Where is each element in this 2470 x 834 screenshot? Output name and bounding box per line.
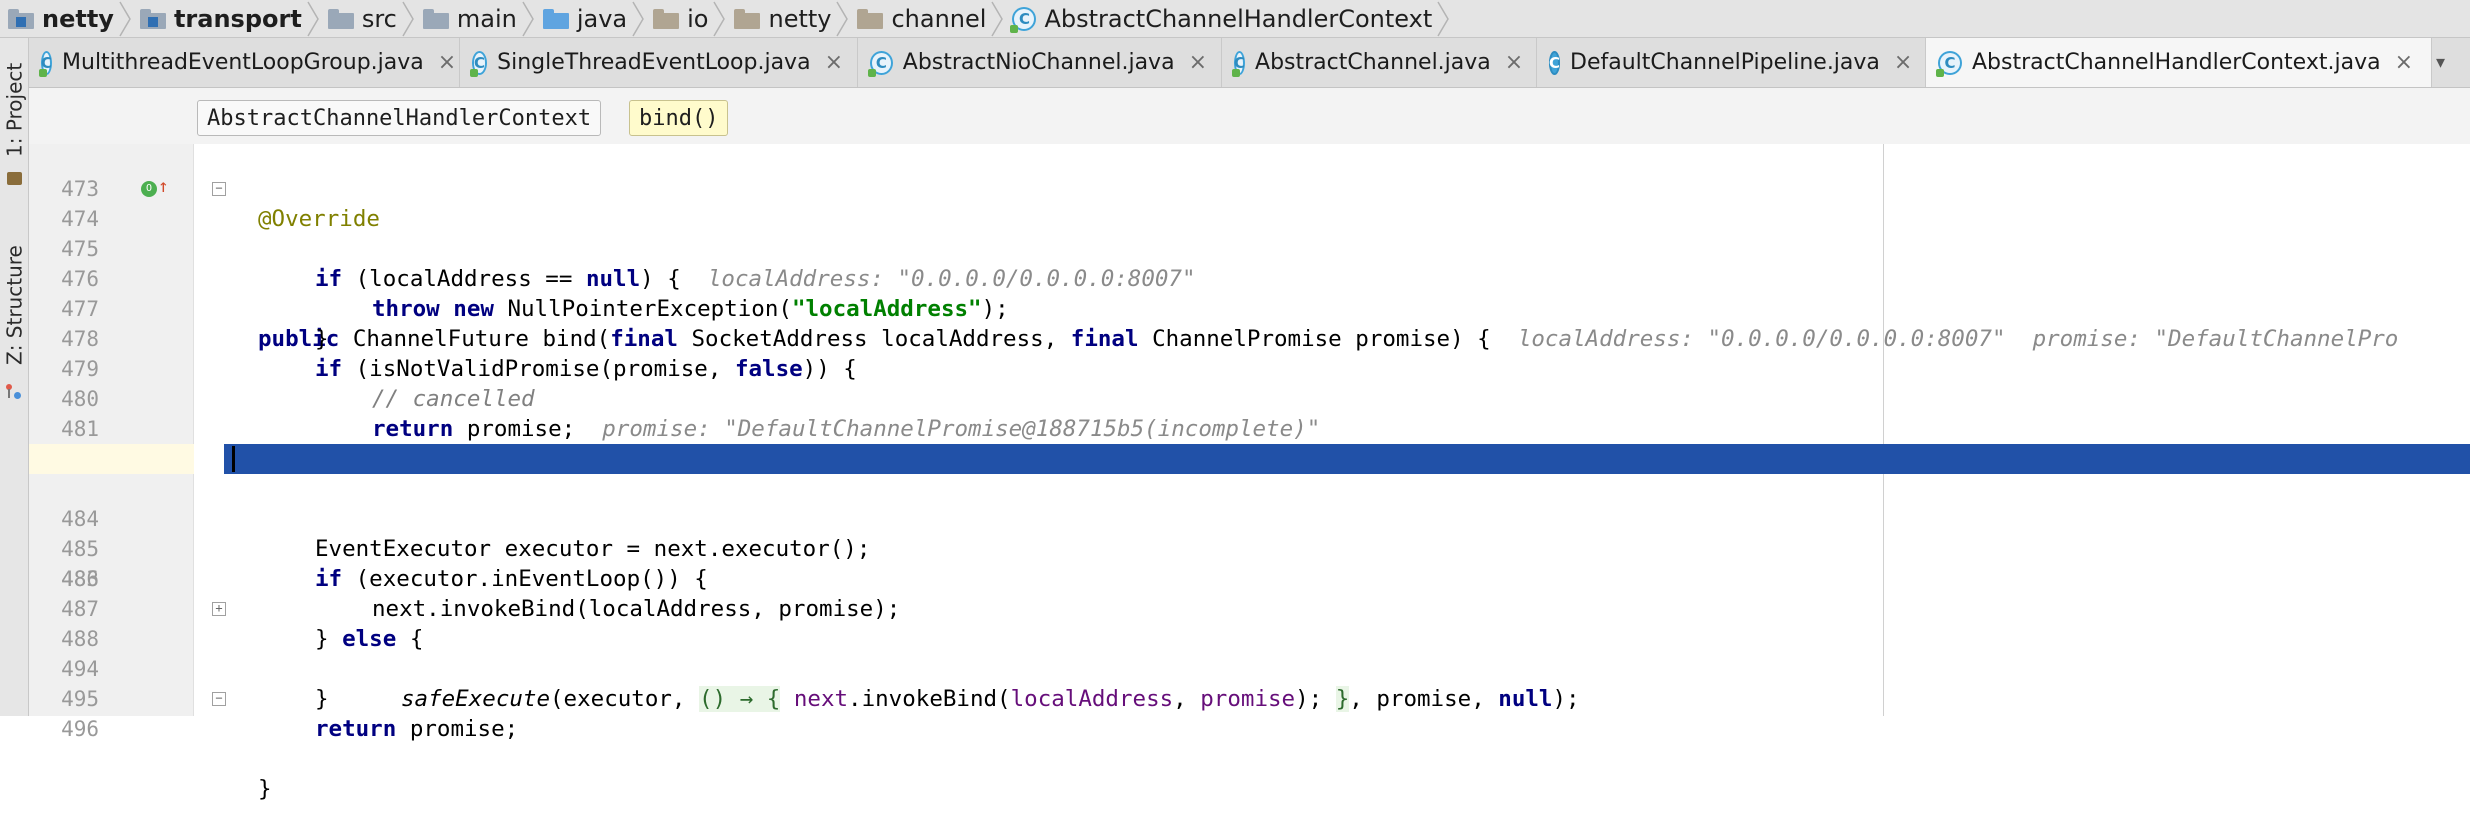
breadcrumb-item-src[interactable]: src	[320, 0, 401, 38]
fold-collapse-icon[interactable]: −	[212, 182, 226, 196]
abstract-class-icon: C	[469, 50, 488, 77]
breadcrumb-item-java[interactable]: java	[535, 0, 631, 38]
code-line: 481 }	[61, 417, 328, 472]
abstract-class-icon: C	[868, 50, 893, 77]
breadcrumb-separator-icon	[402, 1, 414, 36]
code-line: 484 EventExecutor executor = next.execut…	[61, 507, 871, 562]
code-line: 487 } else {	[61, 597, 424, 652]
project-icon	[7, 172, 22, 185]
breadcrumb-separator-icon	[307, 1, 319, 36]
code-line: 479 // cancelled	[61, 357, 535, 412]
abstract-class-icon: C	[1010, 6, 1037, 33]
code-line: 494 }	[61, 657, 329, 712]
current-execution-line: 483 final AbstractChannelHandlerContext …	[29, 444, 2470, 622]
method-breadcrumb-method[interactable]: bind()	[629, 100, 729, 136]
breadcrumb-separator-icon	[991, 1, 1004, 36]
method-breadcrumb-bar: AbstractChannelHandlerContext bind()	[29, 88, 2470, 144]
breadcrumb-item-io[interactable]: io	[645, 0, 712, 38]
breadcrumb-separator-icon	[119, 1, 131, 36]
breadcrumb-item-channel[interactable]: channel	[849, 0, 990, 38]
code-line: 485 if (executor.inEventLoop()) {	[61, 537, 708, 592]
close-icon[interactable]: ×	[438, 50, 456, 75]
tab-default-channel-pipeline[interactable]: C DefaultChannelPipeline.java ×	[1537, 38, 1926, 87]
package-icon	[857, 8, 884, 29]
fold-expand-icon[interactable]: +	[212, 602, 226, 616]
source-folder-icon	[542, 8, 569, 29]
code-line: 477 }	[61, 297, 329, 352]
code-line: 495 return promise;	[61, 687, 519, 742]
tab-overflow-button[interactable]: ▾	[2432, 38, 2449, 87]
abstract-class-icon: C	[1231, 50, 1246, 77]
code-line: 488 + safeExecute(executor, () → { next.…	[61, 601, 1580, 712]
fold-end-icon[interactable]: −	[212, 692, 226, 706]
package-icon	[734, 8, 761, 29]
code-line: 486 next.invokeBind(localAddress, promis…	[61, 567, 901, 622]
breadcrumb-item-netty-module[interactable]: netty	[0, 0, 118, 38]
structure-icon	[6, 384, 22, 400]
close-icon[interactable]: ×	[825, 50, 843, 75]
code-line: 475 if (localAddress == null) { localAdd…	[61, 237, 1196, 292]
code-line: 473 @Override	[61, 177, 380, 232]
override-arrow-icon: ↑	[158, 176, 169, 197]
breadcrumb-separator-icon	[836, 1, 849, 36]
breadcrumb-separator-icon	[632, 1, 644, 36]
code-editor[interactable]: 473 @Override 474 O ↑ − public ChannelFu…	[29, 144, 2470, 802]
package-icon	[653, 8, 680, 29]
close-icon[interactable]: ×	[1189, 50, 1207, 75]
tab-single-thread-event-loop[interactable]: C SingleThreadEventLoop.java ×	[460, 38, 858, 87]
structure-tool-window-button[interactable]: Z: Structure	[0, 230, 29, 380]
project-tool-window-button[interactable]: 1: Project	[0, 52, 29, 168]
close-icon[interactable]: ×	[1505, 50, 1523, 75]
left-tool-window-strip: 1: Project Z: Structure	[0, 38, 29, 716]
method-breadcrumb-class[interactable]: AbstractChannelHandlerContext	[197, 100, 602, 136]
tab-abstract-channel-handler-context[interactable]: C AbstractChannelHandlerContext.java ×	[1926, 38, 2432, 87]
breadcrumb-item-class[interactable]: C AbstractChannelHandlerContext	[1004, 0, 1436, 38]
breadcrumb-separator-icon	[713, 1, 726, 36]
tab-abstract-nio-channel[interactable]: C AbstractNioChannel.java ×	[858, 38, 1222, 87]
editor-tab-bar: C MultithreadEventLoopGroup.java × C Sin…	[29, 38, 2470, 88]
breadcrumb-item-transport-module[interactable]: transport	[132, 0, 306, 38]
folder-icon	[327, 8, 354, 29]
abstract-class-icon: C	[38, 50, 53, 77]
code-line: 476 throw new NullPointerException("loca…	[61, 267, 1009, 322]
code-line: 478 if (isNotValidPromise(promise, false…	[61, 327, 857, 382]
breadcrumb-separator-icon	[1437, 1, 1450, 36]
tab-abstract-channel[interactable]: C AbstractChannel.java ×	[1222, 38, 1537, 87]
breadcrumb-item-netty-package[interactable]: netty	[726, 0, 835, 38]
class-icon: C	[1549, 50, 1561, 75]
tab-multithread-event-loop-group[interactable]: C MultithreadEventLoopGroup.java ×	[29, 38, 460, 87]
code-line: 480 return promise; promise: "DefaultCha…	[61, 387, 1321, 442]
module-folder-icon	[139, 8, 166, 29]
code-line: 474 O ↑ − public ChannelFuture bind(fina…	[61, 176, 2399, 353]
code-line: 496 − }	[61, 691, 272, 802]
override-icon[interactable]: O	[141, 181, 157, 197]
close-icon[interactable]: ×	[1894, 50, 1912, 75]
breadcrumb-item-main[interactable]: main	[415, 0, 521, 38]
close-icon[interactable]: ×	[2395, 50, 2413, 75]
module-folder-icon	[8, 8, 34, 29]
text-caret	[232, 446, 235, 472]
code-line: 482	[29, 414, 2470, 471]
folder-icon	[422, 8, 449, 29]
breadcrumb-separator-icon	[522, 1, 534, 36]
abstract-class-icon: C	[1936, 50, 1962, 77]
navigation-breadcrumb: netty transport src main java io netty c…	[0, 0, 2470, 38]
